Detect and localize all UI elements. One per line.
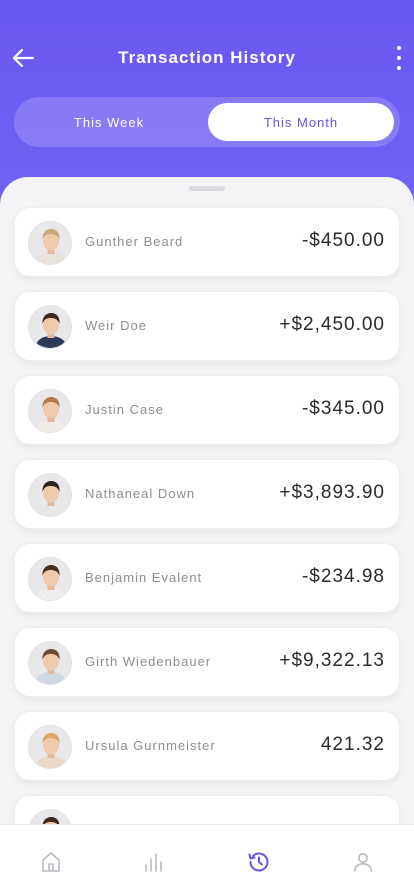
transaction-amount: -$345.00 xyxy=(301,398,385,419)
transaction-amount: -$450.00 xyxy=(301,230,385,251)
page-title: Transaction History xyxy=(118,48,296,67)
tab-history[interactable] xyxy=(244,847,274,877)
transaction-name: Nathaneal Down xyxy=(85,486,196,501)
tab-profile[interactable] xyxy=(348,847,378,877)
transaction-name: Ursula Gurnmeister xyxy=(85,738,216,753)
transactions-sheet: Gunther Beard -$450.00 Weir Doe +$2,450.00 J… xyxy=(0,177,414,896)
person-avatar-icon xyxy=(29,726,71,768)
transaction-name: Girth Wiedenbauer xyxy=(85,654,212,669)
tab-stats[interactable] xyxy=(139,847,169,877)
transaction-amount: +$2,450.00 xyxy=(279,314,385,335)
transaction-card[interactable]: Benjamin Evalent -$234.98 xyxy=(14,543,400,613)
tab-home[interactable] xyxy=(36,847,66,877)
tab-this-week[interactable]: This Week xyxy=(14,97,204,147)
person-avatar-icon xyxy=(29,474,71,516)
transaction-amount: 421.32 xyxy=(320,734,385,755)
transaction-card[interactable]: Girth Wiedenbauer +$9,322.13 xyxy=(14,627,400,697)
bar-chart-icon xyxy=(145,853,162,872)
transaction-card[interactable]: Weir Doe +$2,450.00 xyxy=(14,291,400,361)
person-avatar-icon xyxy=(29,222,71,264)
more-button[interactable] xyxy=(394,46,404,70)
user-icon xyxy=(353,853,373,872)
more-vertical-icon xyxy=(397,46,401,50)
transaction-name: Gunther Beard xyxy=(85,234,184,249)
transaction-amount: +$9,322.13 xyxy=(279,650,385,671)
transaction-amount: -$234.98 xyxy=(301,566,385,587)
person-avatar-icon xyxy=(29,390,71,432)
avatar xyxy=(28,305,72,349)
transaction-card[interactable]: Justin Case -$345.00 xyxy=(14,375,400,445)
header: Transaction History This Week This Month xyxy=(0,0,414,200)
transaction-name: Benjamin Evalent xyxy=(85,570,203,585)
transaction-card[interactable]: Ursula Gurnmeister 421.32 xyxy=(14,711,400,781)
transaction-name: Justin Case xyxy=(85,402,164,417)
avatar xyxy=(28,473,72,517)
drag-handle[interactable] xyxy=(189,186,225,191)
person-avatar-icon xyxy=(29,642,71,684)
transaction-list: Gunther Beard -$450.00 Weir Doe +$2,450.00 J… xyxy=(14,207,400,879)
bottom-tab-bar xyxy=(0,824,414,896)
transaction-card[interactable]: Gunther Beard -$450.00 xyxy=(14,207,400,277)
period-segmented-control: This Week This Month xyxy=(14,97,400,147)
avatar xyxy=(28,389,72,433)
history-icon xyxy=(248,852,269,872)
avatar xyxy=(28,725,72,769)
person-avatar-icon xyxy=(29,558,71,600)
tab-this-month[interactable]: This Month xyxy=(208,103,394,141)
person-avatar-icon xyxy=(29,306,71,348)
transaction-card[interactable]: Nathaneal Down +$3,893.90 xyxy=(14,459,400,529)
avatar xyxy=(28,557,72,601)
transaction-amount: +$3,893.90 xyxy=(279,482,385,503)
transaction-name: Weir Doe xyxy=(85,318,147,333)
home-icon xyxy=(42,852,60,872)
avatar xyxy=(28,641,72,685)
avatar xyxy=(28,221,72,265)
